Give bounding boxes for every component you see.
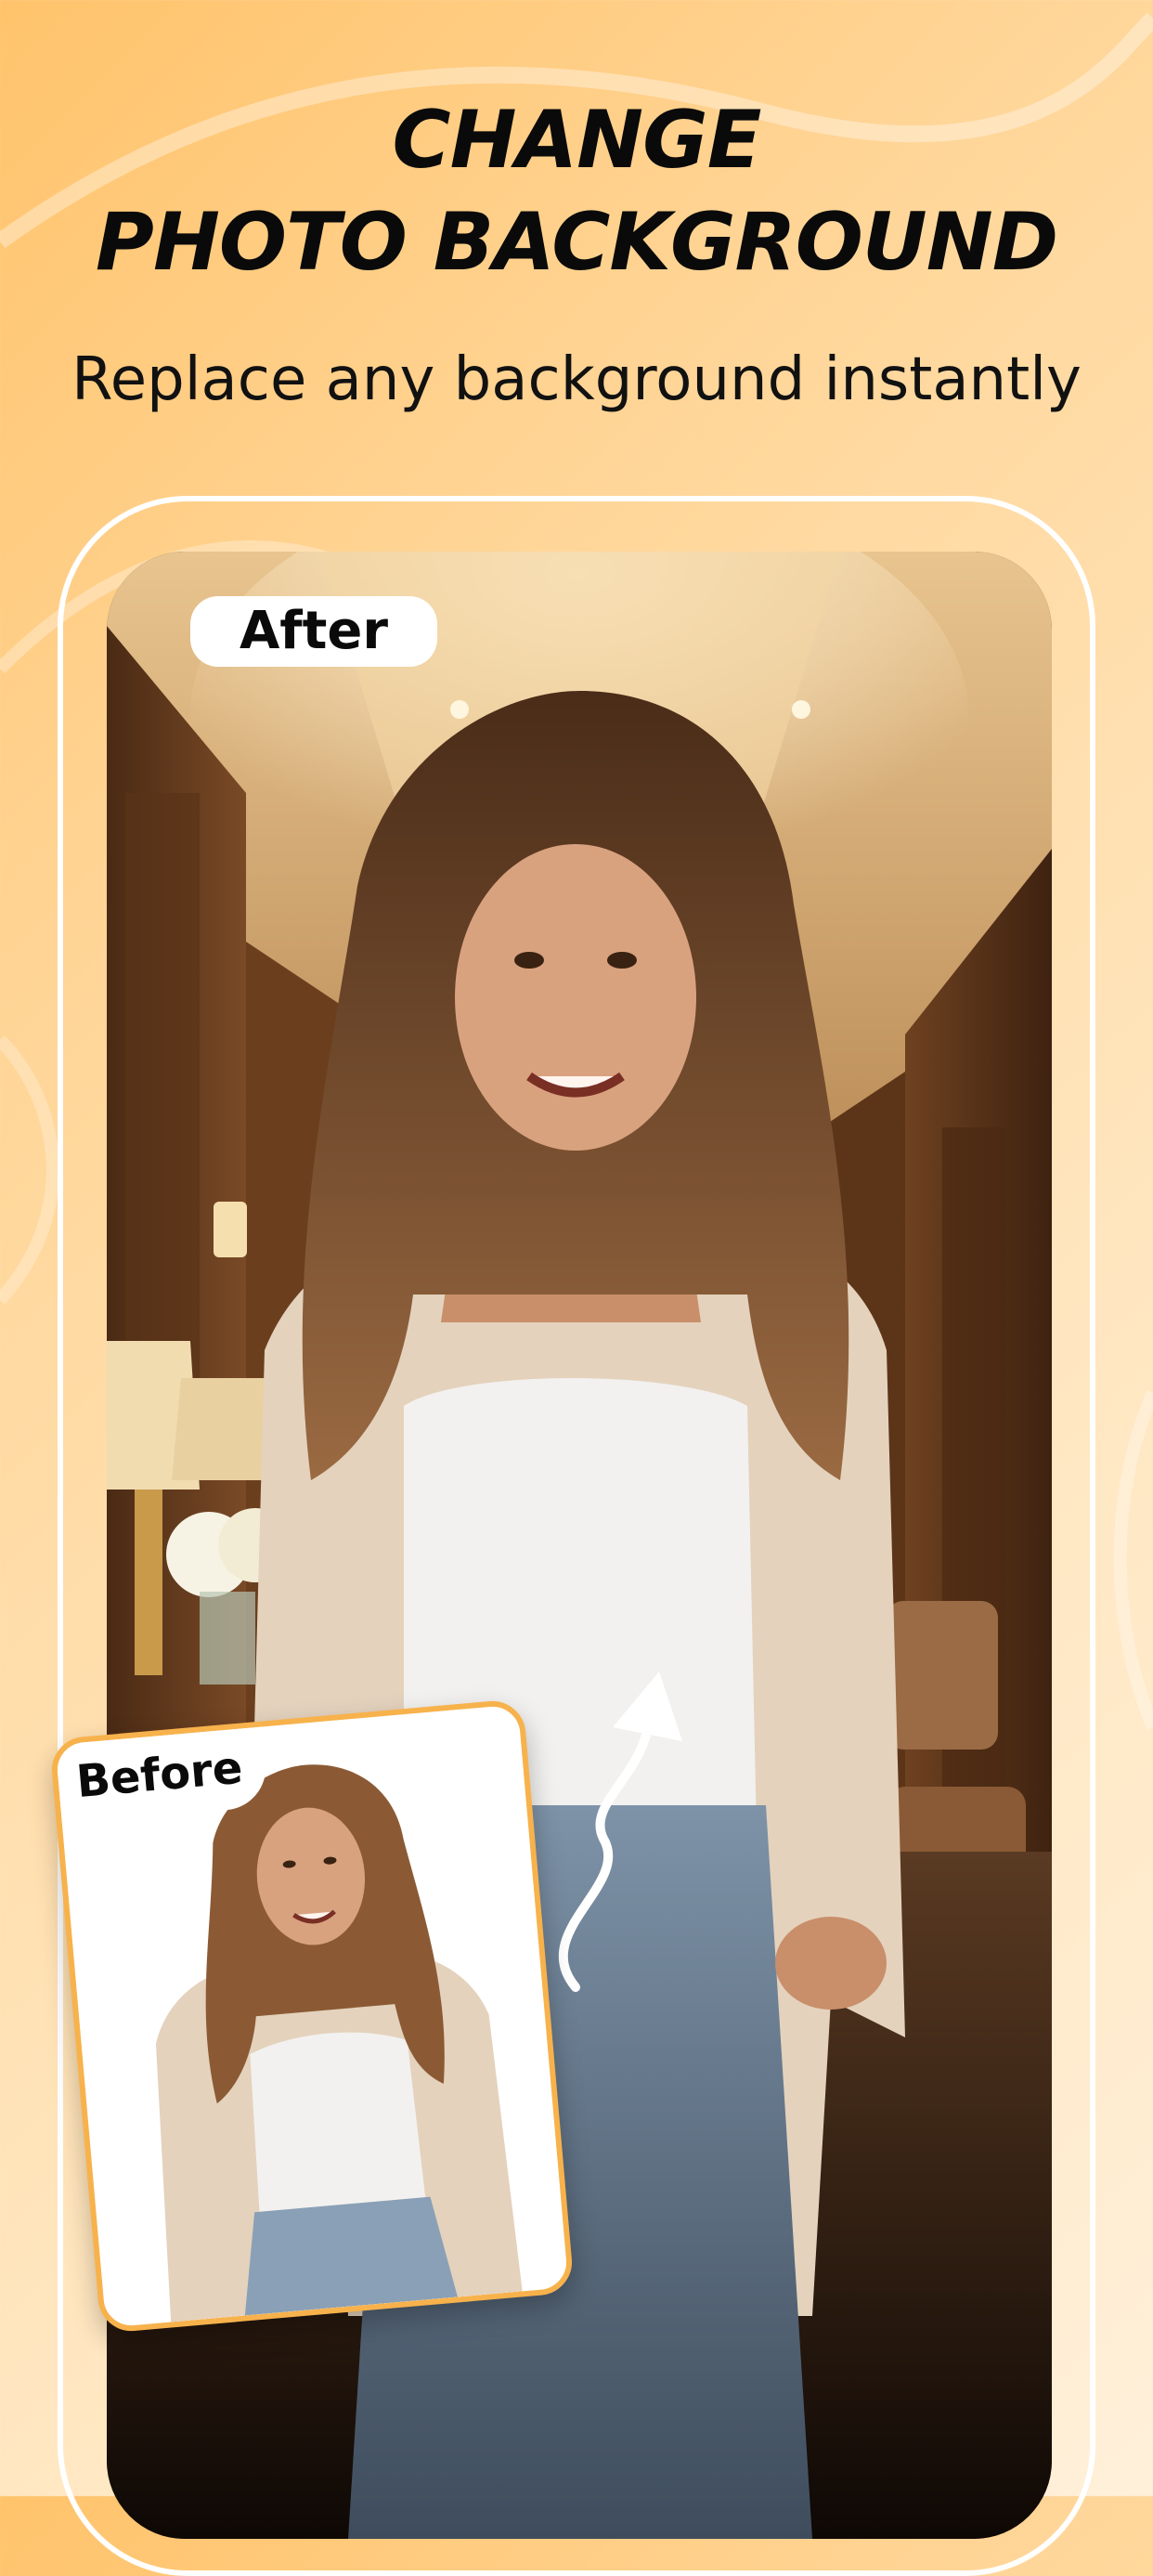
curved-arrow-icon [558,1672,682,1992]
subtitle: Replace any background instantly [71,345,1082,414]
after-label: After [190,596,437,667]
before-photo-card: Before [48,1698,576,2335]
headline-line2: PHOTO BACKGROUND [95,196,1058,289]
headline-line1: CHANGE [392,94,762,187]
headline: CHANGE PHOTO BACKGROUND [0,89,1153,293]
